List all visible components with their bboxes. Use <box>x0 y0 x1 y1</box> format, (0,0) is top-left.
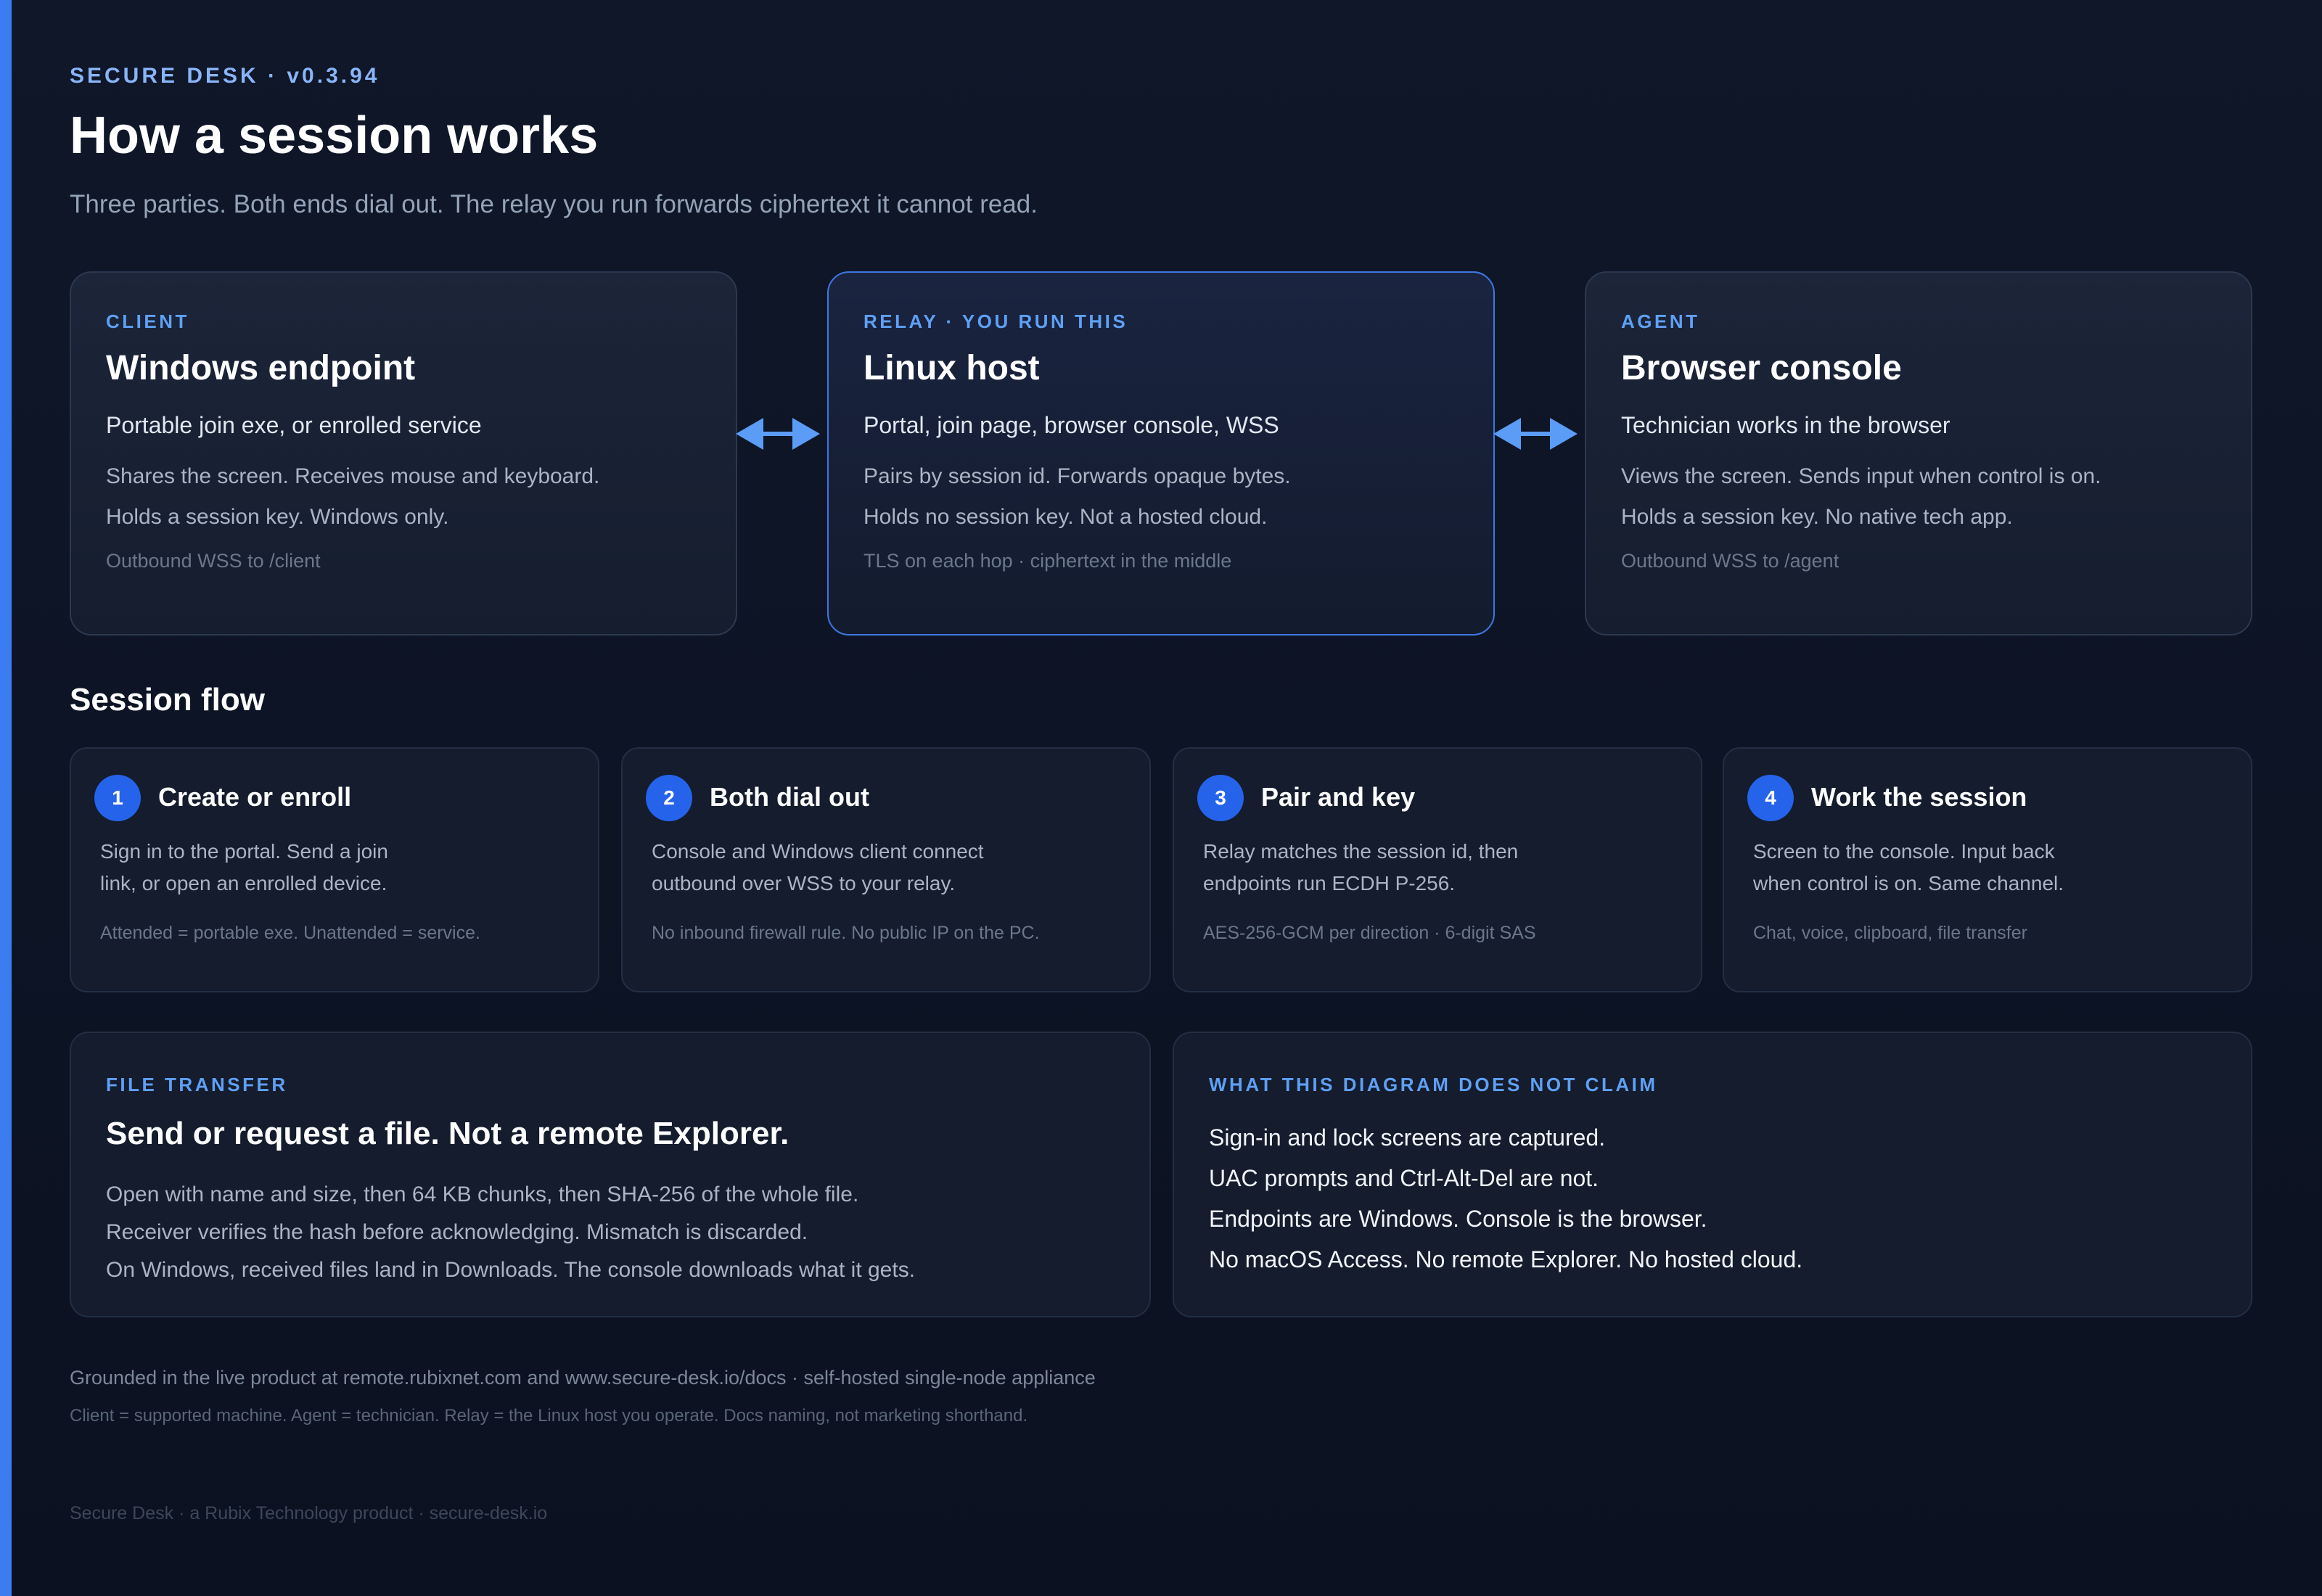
step-footer: No inbound firewall rule. No public IP o… <box>652 923 1040 943</box>
client-subtitle: Portable join exe, or enrolled service <box>106 412 482 438</box>
file-transfer-title: Send or request a file. Not a remote Exp… <box>106 1116 789 1151</box>
agent-title: Browser console <box>1621 349 1902 387</box>
non-claims-item: UAC prompts and Ctrl-Alt-Del are not. <box>1209 1165 1599 1191</box>
non-claims-item: Sign-in and lock screens are captured. <box>1209 1124 1606 1151</box>
non-claims-eyebrow: WHAT THIS DIAGRAM DOES NOT CLAIM <box>1209 1074 1658 1095</box>
flow-step-3: 3 Pair and key Relay matches the session… <box>1173 747 1702 992</box>
non-claims-item: No macOS Access. No remote Explorer. No … <box>1209 1246 1803 1272</box>
page-footer: Secure Desk · a Rubix Technology product… <box>70 1503 548 1523</box>
accent-bar <box>0 0 12 1596</box>
flow-step-1: 1 Create or enroll Sign in to the portal… <box>70 747 599 992</box>
agent-footer: Outbound WSS to /agent <box>1621 550 1839 572</box>
agent-card: AGENT Browser console Technician works i… <box>1585 271 2252 635</box>
double-arrow-icon <box>736 418 820 450</box>
step-title: Pair and key <box>1261 782 1416 812</box>
step-title: Work the session <box>1811 782 2027 812</box>
client-footer: Outbound WSS to /client <box>106 550 321 572</box>
session-flow-title: Session flow <box>70 682 265 717</box>
step-footer: Chat, voice, clipboard, file transfer <box>1753 923 2027 943</box>
client-eyebrow: CLIENT <box>106 310 189 332</box>
agent-detail: Views the screen. Sends input when contr… <box>1621 464 2101 488</box>
file-transfer-detail: Receiver verifies the hash before acknow… <box>106 1220 808 1244</box>
step-description: when control is on. Same channel. <box>1753 872 2064 894</box>
non-claims-item: Endpoints are Windows. Console is the br… <box>1209 1206 1707 1232</box>
relay-title: Linux host <box>863 349 1040 387</box>
relay-detail: Pairs by session id. Forwards opaque byt… <box>863 464 1291 488</box>
step-number-badge: 3 <box>1197 775 1244 821</box>
step-description: Screen to the console. Input back <box>1753 840 2055 863</box>
relay-detail: Holds no session key. Not a hosted cloud… <box>863 505 1268 529</box>
file-transfer-panel: FILE TRANSFER Send or request a file. No… <box>70 1032 1151 1317</box>
step-description: Console and Windows client connect <box>652 840 984 863</box>
agent-subtitle: Technician works in the browser <box>1621 412 1950 438</box>
step-number-badge: 1 <box>94 775 141 821</box>
step-description: link, or open an enrolled device. <box>100 872 387 894</box>
relay-footer: TLS on each hop · ciphertext in the midd… <box>863 550 1232 572</box>
relay-card: RELAY · YOU RUN THIS Linux host Portal, … <box>827 271 1495 635</box>
client-detail: Holds a session key. Windows only. <box>106 505 449 529</box>
agent-eyebrow: AGENT <box>1621 310 1700 332</box>
step-footer: AES-256-GCM per direction · 6-digit SAS <box>1203 923 1536 943</box>
flow-step-2: 2 Both dial out Console and Windows clie… <box>621 747 1151 992</box>
step-number-badge: 2 <box>646 775 692 821</box>
step-description: Relay matches the session id, then <box>1203 840 1519 863</box>
step-footer: Attended = portable exe. Unattended = se… <box>100 923 480 943</box>
agent-detail: Holds a session key. No native tech app. <box>1621 505 2013 529</box>
source-note: Grounded in the live product at remote.r… <box>70 1367 1096 1389</box>
naming-note: Client = supported machine. Agent = tech… <box>70 1406 1028 1426</box>
step-title: Both dial out <box>710 782 869 812</box>
step-description: Sign in to the portal. Send a join <box>100 840 388 863</box>
client-card: CLIENT Windows endpoint Portable join ex… <box>70 271 737 635</box>
step-number-badge: 4 <box>1747 775 1794 821</box>
flow-step-4: 4 Work the session Screen to the console… <box>1723 747 2252 992</box>
double-arrow-icon <box>1493 418 1578 450</box>
step-description: endpoints run ECDH P-256. <box>1203 872 1456 894</box>
page-subtitle: Three parties. Both ends dial out. The r… <box>70 190 1038 218</box>
client-title: Windows endpoint <box>106 349 416 387</box>
client-detail: Shares the screen. Receives mouse and ke… <box>106 464 600 488</box>
step-title: Create or enroll <box>158 782 352 812</box>
non-claims-panel: WHAT THIS DIAGRAM DOES NOT CLAIM Sign-in… <box>1173 1032 2252 1317</box>
step-description: outbound over WSS to your relay. <box>652 872 956 894</box>
file-transfer-detail: On Windows, received files land in Downl… <box>106 1258 916 1282</box>
product-version-label: SECURE DESK · v0.3.94 <box>70 64 380 88</box>
file-transfer-detail: Open with name and size, then 64 KB chun… <box>106 1182 859 1206</box>
relay-subtitle: Portal, join page, browser console, WSS <box>863 412 1279 438</box>
relay-eyebrow: RELAY · YOU RUN THIS <box>863 310 1128 332</box>
page-title: How a session works <box>70 107 599 165</box>
file-transfer-eyebrow: FILE TRANSFER <box>106 1074 288 1095</box>
